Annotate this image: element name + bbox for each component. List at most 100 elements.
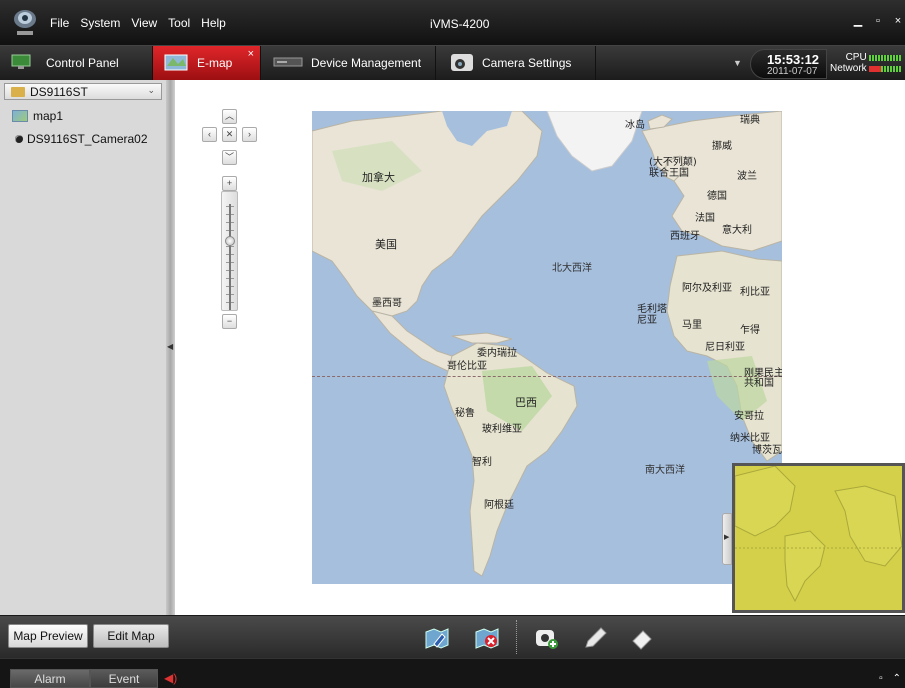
clock-time: 15:53:12	[767, 52, 820, 67]
cpu-bar	[868, 54, 901, 61]
zoom-out-button[interactable]: −	[222, 314, 237, 329]
panel-splitter[interactable]: ◀	[166, 80, 175, 615]
clock: 15:53:12 2011-07-07	[750, 49, 827, 79]
tab-camera-settings[interactable]: Camera Settings	[436, 46, 596, 80]
pan-down-button[interactable]: ﹀	[222, 150, 237, 165]
expand-arrow-icon: ▶	[724, 534, 730, 541]
close-icon[interactable]: ×	[891, 14, 905, 28]
map-label: 阿根廷	[484, 500, 514, 511]
map-label: 法国	[695, 213, 715, 224]
map-label: 西班牙	[670, 231, 700, 242]
emap-icon	[163, 52, 189, 75]
tree-item-map1[interactable]: map1	[12, 109, 63, 123]
tree-item-label: map1	[33, 109, 64, 123]
map-label: 刚果民主 共和国	[744, 368, 782, 389]
pan-up-button[interactable]: ︿	[222, 109, 237, 124]
overview-map[interactable]	[732, 463, 905, 613]
speaker-icon[interactable]: ◀)	[164, 671, 177, 685]
tab-dropdown-icon[interactable]: ▼	[733, 58, 742, 68]
menu-tool[interactable]: Tool	[168, 16, 190, 30]
restore-icon[interactable]: ▫	[879, 673, 883, 684]
app-title: iVMS-4200	[430, 17, 490, 31]
pan-reset-button[interactable]: ✕	[222, 127, 237, 142]
map-label: 美国	[375, 238, 397, 251]
tab-control-panel[interactable]: Control Panel	[0, 46, 153, 80]
chevron-down-icon: ⌄	[147, 85, 155, 95]
tab-label: E-map	[197, 56, 233, 70]
edit-map-icon[interactable]	[424, 626, 450, 650]
eraser-icon[interactable]	[630, 626, 656, 650]
close-tab-icon[interactable]: ×	[248, 48, 254, 60]
tab-label: Camera Settings	[482, 56, 572, 70]
collapse-arrow-icon[interactable]: ◀	[167, 342, 173, 351]
pan-left-button[interactable]: ‹	[202, 127, 217, 142]
map-label: 毛利塔 尼亚	[637, 304, 667, 326]
performance-meter: CPU Network	[830, 52, 901, 74]
network-bar	[868, 65, 901, 72]
menu-view[interactable]: View	[131, 16, 157, 30]
tab-label: Control Panel	[46, 56, 119, 70]
event-tab[interactable]: Event	[90, 669, 158, 688]
device-icon	[273, 56, 303, 71]
map-label: 墨西哥	[372, 298, 402, 309]
bottom-toolbar: Map Preview Edit Map	[0, 616, 905, 658]
overview-toggle-button[interactable]: ▶	[722, 513, 732, 565]
maximize-icon[interactable]: ▫	[871, 14, 885, 28]
map-icon	[12, 110, 28, 122]
map-label: 德国	[707, 191, 727, 202]
map-label: 尼日利亚	[705, 342, 745, 353]
network-label: Network	[830, 63, 867, 74]
map-label: 玻利维亚	[482, 424, 522, 435]
delete-map-icon[interactable]	[474, 626, 500, 650]
map-label: 巴西	[515, 396, 537, 409]
title-bar: File System View Tool Help iVMS-4200 ▁ ▫…	[0, 0, 905, 45]
menu-help[interactable]: Help	[201, 16, 226, 30]
map-label: 南大西洋	[645, 465, 685, 476]
map-label: 哥伦比亚	[447, 361, 487, 372]
map-label: (大不列颠) 联合王国	[649, 157, 697, 179]
map-label: 瑞典	[740, 115, 760, 126]
camera-icon	[15, 135, 23, 143]
pencil-icon[interactable]	[582, 626, 608, 650]
camera-settings-icon	[450, 51, 474, 76]
map-label: 挪威	[712, 141, 732, 152]
add-camera-icon[interactable]	[534, 626, 560, 650]
zoom-slider-knob[interactable]	[225, 236, 235, 246]
map-label: 博茨瓦纳	[752, 445, 782, 456]
cpu-label: CPU	[845, 52, 867, 63]
zoom-slider[interactable]	[221, 191, 238, 311]
map-label: 意大利	[722, 225, 752, 236]
map-preview-button[interactable]: Map Preview	[8, 624, 88, 648]
tree-item-label: DS9116ST_Camera02	[27, 132, 148, 146]
equator-line	[312, 376, 782, 377]
tree-item-camera[interactable]: DS9116ST_Camera02	[12, 132, 148, 146]
alarm-tab[interactable]: Alarm	[10, 669, 90, 688]
map-label: 智利	[472, 457, 492, 468]
module-tab-bar: Control Panel E-map × Device Management …	[0, 45, 905, 80]
device-select-value: DS9116ST	[30, 84, 88, 99]
map-label: 马里	[682, 320, 702, 331]
toolbar-separator	[516, 620, 517, 654]
menu-system[interactable]: System	[80, 16, 120, 30]
map-label: 安哥拉	[734, 411, 764, 422]
tab-device-management[interactable]: Device Management	[261, 46, 436, 80]
tab-emap[interactable]: E-map ×	[153, 46, 261, 80]
pan-right-button[interactable]: ›	[242, 127, 257, 142]
edit-map-button[interactable]: Edit Map	[93, 624, 169, 648]
tab-label: Device Management	[311, 56, 422, 70]
overview-map-outline	[735, 466, 902, 603]
control-panel-icon	[10, 54, 32, 73]
collapse-icon[interactable]: ⌃	[893, 673, 901, 684]
map-label: 阿尔及利亚	[682, 283, 732, 294]
device-select[interactable]: DS9116ST ⌄	[4, 83, 162, 100]
map-label: 北大西洋	[552, 263, 592, 274]
map-label: 利比亚	[740, 287, 770, 298]
minimize-icon[interactable]: ▁	[851, 14, 865, 28]
map-label: 加拿大	[362, 171, 395, 184]
zoom-in-button[interactable]: +	[222, 176, 237, 191]
world-map[interactable]: 冰岛 瑞典 挪威 (大不列颠) 联合王国 波兰 加拿大 德国 法国 西班牙 意大…	[312, 111, 782, 584]
menu-file[interactable]: File	[50, 16, 69, 30]
status-bar: Alarm Event ◀) ▫ ⌃	[0, 658, 905, 688]
menu-bar: File System View Tool Help	[50, 16, 237, 30]
resource-panel: DS9116ST ⌄ map1 DS9116ST_Camera02	[0, 80, 166, 615]
